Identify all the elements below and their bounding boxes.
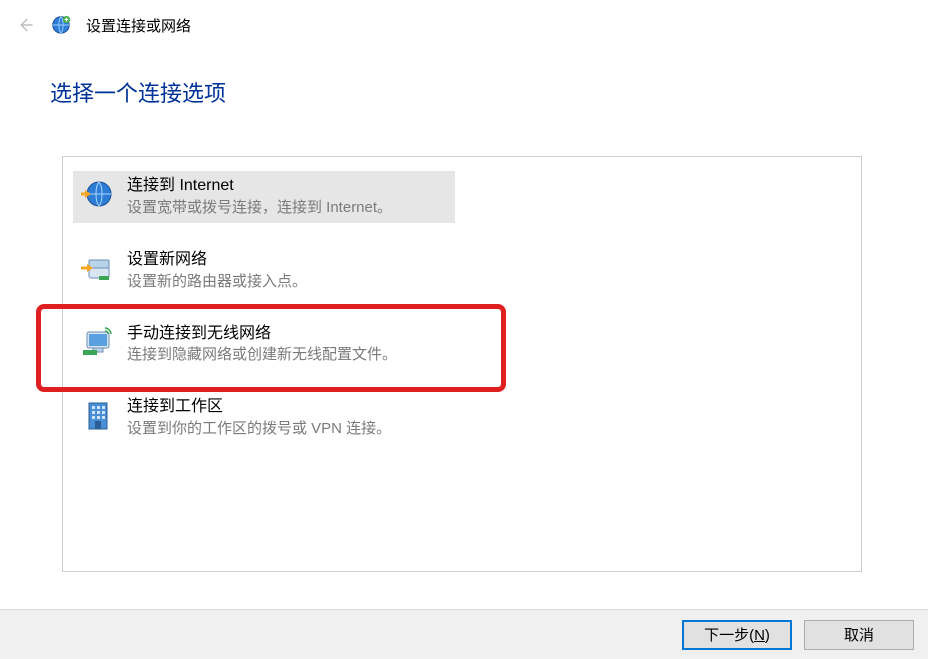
- next-button[interactable]: 下一步(N): [682, 620, 792, 650]
- network-wizard-icon: [50, 14, 72, 36]
- back-button[interactable]: [14, 14, 36, 36]
- cancel-button[interactable]: 取消: [804, 620, 914, 650]
- router-icon: [79, 250, 115, 286]
- connection-options-list: 连接到 Internet 设置宽带或拨号连接，连接到 Internet。 设置新…: [62, 156, 862, 572]
- option-title: 连接到 Internet: [127, 176, 392, 197]
- option-title: 设置新网络: [127, 250, 307, 271]
- next-button-hotkey: N: [754, 627, 765, 644]
- option-title: 手动连接到无线网络: [127, 324, 397, 345]
- option-title: 连接到工作区: [127, 397, 391, 418]
- wireless-monitor-icon: [79, 324, 115, 360]
- next-button-prefix: 下一步(: [704, 627, 754, 644]
- option-connect-workplace[interactable]: 连接到工作区 设置到你的工作区的拨号或 VPN 连接。: [73, 392, 851, 444]
- option-setup-new-network[interactable]: 设置新网络 设置新的路由器或接入点。: [73, 245, 851, 297]
- option-connect-internet[interactable]: 连接到 Internet 设置宽带或拨号连接，连接到 Internet。: [73, 171, 455, 223]
- wizard-footer: 下一步(N) 取消: [0, 609, 928, 659]
- window-title: 设置连接或网络: [86, 15, 191, 36]
- option-desc: 设置到你的工作区的拨号或 VPN 连接。: [127, 418, 391, 439]
- building-icon: [79, 397, 115, 433]
- option-desc: 连接到隐藏网络或创建新无线配置文件。: [127, 344, 397, 365]
- page-heading: 选择一个连接选项: [0, 56, 928, 108]
- option-manual-wireless[interactable]: 手动连接到无线网络 连接到隐藏网络或创建新无线配置文件。: [73, 319, 851, 371]
- option-desc: 设置宽带或拨号连接，连接到 Internet。: [127, 197, 392, 218]
- globe-icon: [79, 176, 115, 212]
- next-button-suffix: ): [765, 627, 770, 644]
- option-desc: 设置新的路由器或接入点。: [127, 271, 307, 292]
